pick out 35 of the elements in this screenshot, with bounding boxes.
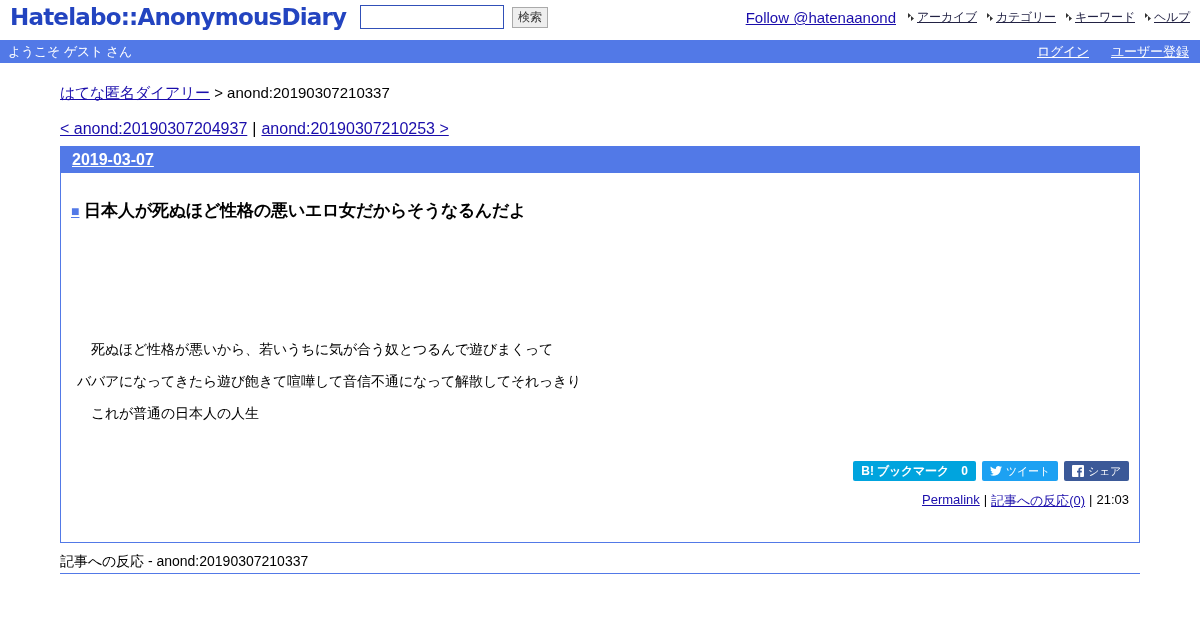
- arrow-icon: [987, 13, 993, 22]
- bird-icon: [990, 466, 1002, 476]
- entry-link[interactable]: ■: [71, 202, 80, 219]
- welcome-text: ようこそ ゲスト さん: [8, 42, 133, 61]
- nav-link[interactable]: ヘルプ: [1154, 9, 1190, 26]
- separator: |: [1089, 492, 1093, 509]
- pager-separator: |: [252, 120, 257, 138]
- entry-paragraph: ババアになってきたら遊び飽きて喧嘩して音信不通になって解散してそれっきり: [77, 372, 582, 391]
- breadcrumb-link[interactable]: はてな匿名ダイアリー: [60, 84, 210, 101]
- separator: |: [983, 492, 988, 509]
- nav-link[interactable]: キーワード: [1075, 9, 1135, 26]
- account-link[interactable]: ユーザー登録: [1111, 43, 1189, 59]
- entry-paragraph: これが普通の日本人の人生: [90, 404, 260, 423]
- date-link[interactable]: 2019-03-07: [72, 151, 154, 169]
- permalink-link[interactable]: Permalink: [922, 492, 980, 510]
- arrow-icon: [1145, 13, 1151, 22]
- entry-paragraph: 死ぬほど性格が悪いから、若いうちに気が合う奴とつるんで遊びまくって: [90, 340, 554, 359]
- share-button[interactable]: シェア: [1064, 461, 1129, 481]
- post-time: 21:03: [1096, 492, 1129, 509]
- follow-link[interactable]: Follow @hatenaanond: [745, 9, 896, 26]
- nav-link[interactable]: アーカイブ: [917, 9, 977, 26]
- arrow-icon: [1066, 13, 1072, 22]
- facebook-icon: [1072, 465, 1084, 477]
- breadcrumb-current: > anond:20190307210337: [214, 84, 390, 101]
- search-field[interactable]: [360, 5, 505, 29]
- reactions-heading: 記事への反応 - anond:20190307210337: [60, 553, 1140, 574]
- next-link[interactable]: anond:20190307210253 >: [261, 120, 449, 138]
- arrow-icon: [908, 13, 914, 22]
- site-logo[interactable]: Hatelabo::AnonymousDiary: [10, 4, 347, 30]
- entry-title: 日本人が死ぬほど性格の悪いエロ女だからそうなるんだよ: [84, 200, 527, 222]
- reactions-link[interactable]: 記事への反応(0): [991, 492, 1086, 510]
- prev-link[interactable]: < anond:20190307204937: [60, 120, 248, 138]
- nav-link[interactable]: カテゴリー: [996, 9, 1056, 26]
- account-link[interactable]: ログイン: [1037, 43, 1089, 59]
- search-button[interactable]: 検索: [512, 6, 549, 28]
